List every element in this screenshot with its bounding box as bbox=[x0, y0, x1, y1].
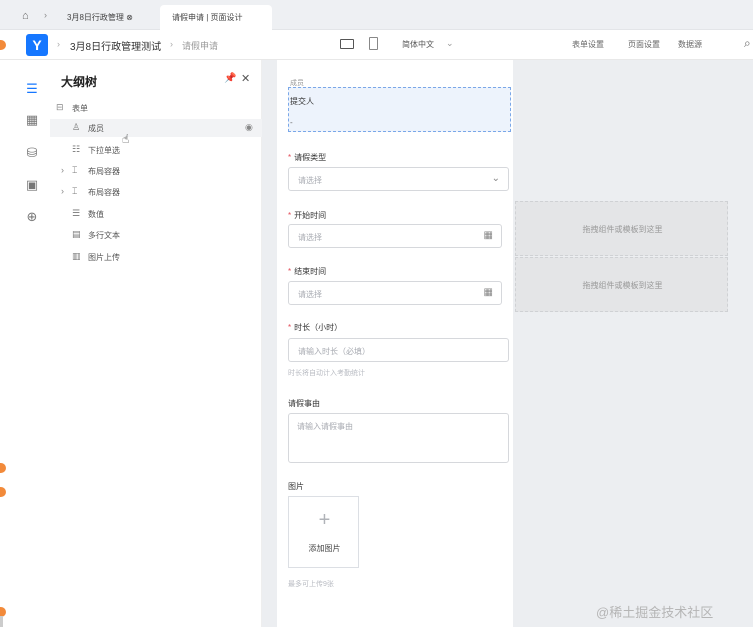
end-time-picker[interactable]: 请选择 ▦ bbox=[288, 281, 502, 305]
outline-tree-panel: 大纲树 📌 ✕ ⊟ 表单 ♙ 成员 ◉ ☷ 下拉单选 › ⌶ 布局容器 › ⌶ … bbox=[50, 60, 262, 627]
scrollbar[interactable] bbox=[0, 616, 3, 627]
member-icon: ♙ bbox=[72, 122, 81, 132]
tree-item-textarea[interactable]: ▤ 多行文本 bbox=[50, 226, 262, 244]
form-settings-button[interactable]: 表单设置 bbox=[572, 39, 604, 50]
components-icon[interactable]: ▦ bbox=[24, 112, 40, 128]
start-time-label: * 开始时间 bbox=[288, 211, 327, 220]
search-icon[interactable]: ⌕ bbox=[744, 36, 751, 51]
page-settings-button[interactable]: 页面设置 bbox=[628, 39, 660, 50]
hand-cursor-icon: ☝ bbox=[122, 132, 130, 146]
chevron-down-icon: ⌄ bbox=[491, 173, 500, 184]
select-icon: ☷ bbox=[72, 144, 81, 154]
tree-item-layout[interactable]: › ⌶ 布局容器 bbox=[50, 183, 262, 201]
reason-label: 请假事由 bbox=[288, 399, 320, 408]
drop-zone[interactable]: 拖拽组件或模板到这里 bbox=[515, 201, 728, 256]
duration-input[interactable]: 请输入时长（必填） bbox=[288, 338, 509, 362]
drop-zone[interactable]: 拖拽组件或模板到这里 bbox=[515, 257, 728, 312]
breadcrumb-page[interactable]: 请假申请 bbox=[182, 39, 218, 52]
tab-bar: ⌂ › 3月8日行政管理 ⊗ 请假申请 | 页面设计 bbox=[0, 0, 753, 30]
image-label: 图片 bbox=[288, 482, 304, 491]
duration-label: * 时长（小时） bbox=[288, 323, 343, 332]
tab-admin-management[interactable]: 3月8日行政管理 ⊗ bbox=[55, 5, 158, 30]
chevron-right-icon: › bbox=[57, 39, 60, 49]
chevron-down-icon: ⌄ bbox=[446, 38, 454, 48]
calendar-icon: ▦ bbox=[483, 287, 493, 298]
chevron-right-icon: › bbox=[170, 39, 173, 49]
home-icon[interactable]: ⌂ bbox=[22, 10, 29, 22]
chart-icon[interactable]: ▣ bbox=[24, 177, 40, 193]
tree-item-image-upload[interactable]: ▥ 图片上传 bbox=[50, 248, 262, 266]
start-time-picker[interactable]: 请选择 ▦ bbox=[288, 224, 502, 248]
textarea-icon: ▤ bbox=[72, 229, 81, 239]
panel-title: 大纲树 bbox=[61, 75, 98, 89]
globe-icon[interactable]: ⊕ bbox=[24, 209, 40, 225]
outline-tree-icon[interactable]: ☰ bbox=[24, 81, 40, 97]
watermark: @稀土掘金技术社区 bbox=[596, 605, 714, 620]
tree-item-member[interactable]: ♙ 成员 ◉ bbox=[50, 119, 262, 137]
duration-hint: 时长将自动计入考勤统计 bbox=[288, 370, 365, 377]
data-source-icon[interactable]: ⛁ bbox=[24, 145, 40, 161]
desktop-view-icon[interactable] bbox=[340, 39, 354, 49]
reason-textarea[interactable]: 请输入请假事由 bbox=[288, 413, 509, 463]
notification-dot bbox=[0, 487, 6, 497]
language-select[interactable]: 简体中文 bbox=[402, 39, 434, 50]
chevron-right-icon[interactable]: › bbox=[61, 165, 64, 175]
image-upload-icon: ▥ bbox=[72, 251, 81, 261]
layout-icon: ⌶ bbox=[72, 186, 78, 196]
image-upload-button[interactable]: + 添加图片 bbox=[288, 496, 359, 568]
image-hint: 最多可上传9张 bbox=[288, 581, 334, 588]
data-source-button[interactable]: 数据源 bbox=[678, 39, 702, 50]
collapse-box-icon[interactable]: ⊟ bbox=[56, 102, 64, 113]
pin-icon[interactable]: 📌 bbox=[224, 73, 236, 84]
chevron-right-icon[interactable]: › bbox=[61, 186, 64, 196]
leave-type-select[interactable]: 请选择 ⌄ bbox=[288, 167, 509, 191]
field-placeholder-line: - bbox=[290, 118, 293, 127]
tree-item-form[interactable]: ⊟ 表单 bbox=[50, 99, 262, 117]
tree-item-layout[interactable]: › ⌶ 布局容器 bbox=[50, 162, 262, 180]
breadcrumb-app[interactable]: 3月8日行政管理测试 bbox=[70, 38, 161, 53]
notification-dot bbox=[0, 463, 6, 473]
calendar-icon: ▦ bbox=[483, 230, 493, 241]
tree-item-select[interactable]: ☷ 下拉单选 bbox=[50, 141, 262, 159]
plus-icon: + bbox=[318, 509, 331, 531]
field-label: 提交人 bbox=[290, 97, 314, 106]
close-icon[interactable]: ✕ bbox=[241, 72, 250, 85]
eye-icon[interactable]: ◉ bbox=[245, 122, 253, 133]
app-logo[interactable]: Y bbox=[26, 34, 48, 56]
tool-sidebar: ☰ ▦ ⛁ ▣ ⊕ bbox=[0, 40, 50, 627]
design-canvas: 成员 提交人 - * 请假类型 请选择 ⌄ * 开始时间 请选择 ▦ * 结束时间 请… bbox=[262, 60, 753, 627]
component-tag: 成员 bbox=[290, 80, 304, 87]
tab-leave-design[interactable]: 请假申请 | 页面设计 bbox=[160, 5, 272, 30]
selected-component[interactable]: 成员 提交人 - bbox=[288, 80, 511, 132]
mobile-view-icon[interactable] bbox=[369, 37, 378, 50]
number-icon: ☰ bbox=[72, 208, 81, 218]
form-column: 成员 提交人 - * 请假类型 请选择 ⌄ * 开始时间 请选择 ▦ * 结束时间 请… bbox=[277, 60, 513, 627]
tree-item-number[interactable]: ☰ 数值 bbox=[50, 205, 262, 223]
chevron-right-icon: › bbox=[44, 10, 47, 20]
designer-header: Y › 3月8日行政管理测试 › 请假申请 简体中文 ⌄ 表单设置 页面设置 数… bbox=[0, 30, 753, 60]
layout-icon: ⌶ bbox=[72, 165, 78, 175]
leave-type-label: * 请假类型 bbox=[288, 153, 327, 162]
end-time-label: * 结束时间 bbox=[288, 267, 327, 276]
